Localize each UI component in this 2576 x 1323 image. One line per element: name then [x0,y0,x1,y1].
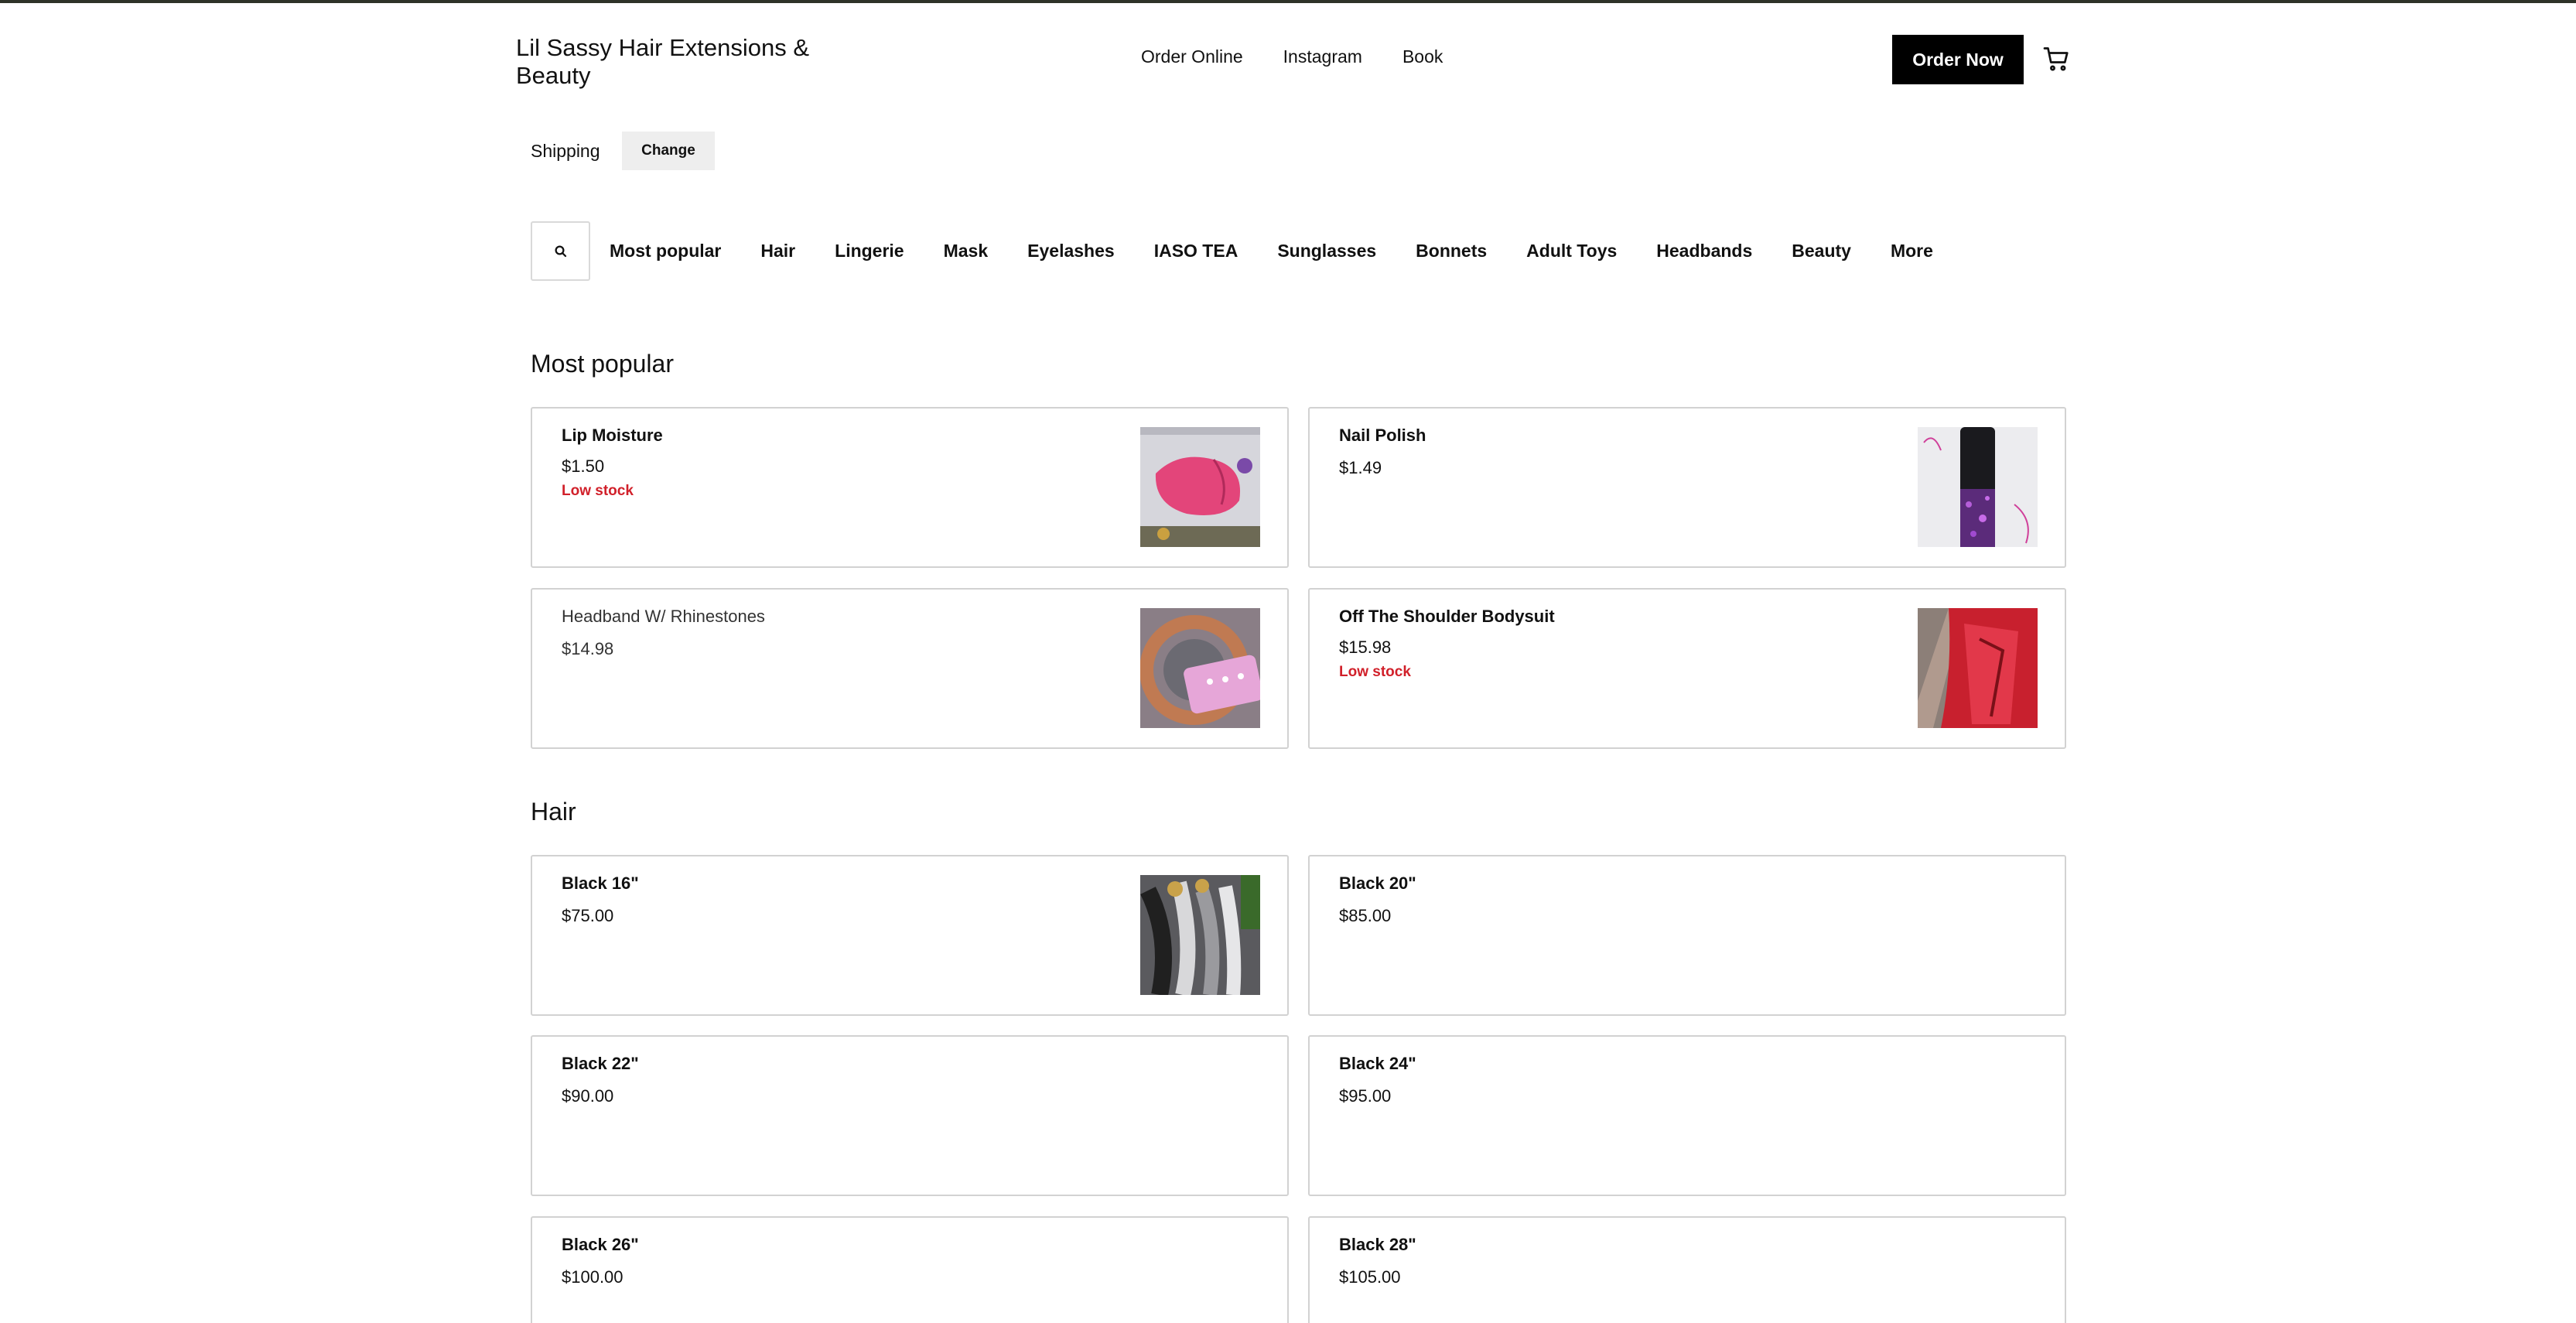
product-name: Black 22" [562,1054,639,1073]
product-name: Black 28" [1339,1235,1416,1254]
tab-hair[interactable]: Hair [760,241,795,262]
tab-bonnets[interactable]: Bonnets [1416,241,1487,262]
product-name: Headband W/ Rhinestones [562,607,765,626]
tab-iaso-tea[interactable]: IASO TEA [1154,241,1238,262]
product-name: Black 16" [562,873,639,893]
product-name: Nail Polish [1339,426,1426,445]
tab-more[interactable]: More [1891,241,1933,262]
search-icon [555,245,566,257]
tab-most-popular[interactable]: Most popular [610,241,721,262]
product-card-black-22[interactable]: Black 22" $90.00 [531,1035,1289,1196]
tab-beauty[interactable]: Beauty [1792,241,1851,262]
product-name: Off The Shoulder Bodysuit [1339,607,1555,626]
product-price: $105.00 [1339,1267,1401,1287]
product-image [1918,427,2038,547]
product-image [1918,608,2038,728]
tab-headbands[interactable]: Headbands [1656,241,1752,262]
nav-book[interactable]: Book [1402,46,1443,67]
main-nav: Order Online Instagram Book [1141,46,1483,67]
low-stock-badge: Low stock [562,483,634,499]
cart-icon[interactable] [2042,45,2070,73]
product-image [1140,875,1260,995]
change-shipping-button[interactable]: Change [622,132,715,170]
product-card-black-16[interactable]: Black 16" $75.00 [531,855,1289,1016]
product-card-black-28[interactable]: Black 28" $105.00 [1308,1216,2066,1323]
nav-instagram[interactable]: Instagram [1283,46,1362,67]
tab-lingerie[interactable]: Lingerie [835,241,904,262]
shipping-label: Shipping [531,141,600,161]
product-name: Black 26" [562,1235,639,1254]
product-image [1140,608,1260,728]
tab-adult-toys[interactable]: Adult Toys [1526,241,1617,262]
product-price: $100.00 [562,1267,624,1287]
product-card-black-24[interactable]: Black 24" $95.00 [1308,1035,2066,1196]
product-card-black-26[interactable]: Black 26" $100.00 [531,1216,1289,1323]
product-name: Black 24" [1339,1054,1416,1073]
product-price: $15.98 [1339,638,1392,657]
product-price: $75.00 [562,906,614,925]
product-price: $1.50 [562,456,605,476]
order-now-button[interactable]: Order Now [1892,35,2024,84]
page: Lil Sassy Hair Extensions & Beauty Order… [0,0,2576,1323]
section-title-hair: Hair [531,798,576,826]
tab-sunglasses[interactable]: Sunglasses [1277,241,1376,262]
product-price: $85.00 [1339,906,1392,925]
product-price: $95.00 [1339,1086,1392,1106]
product-image [1140,427,1260,547]
product-card-black-20[interactable]: Black 20" $85.00 [1308,855,2066,1016]
nav-order-online[interactable]: Order Online [1141,46,1243,67]
tab-mask[interactable]: Mask [944,241,989,262]
product-name: Lip Moisture [562,426,663,445]
product-price: $1.49 [1339,458,1382,477]
product-card-nail-polish[interactable]: Nail Polish $1.49 [1308,407,2066,568]
product-price: $14.98 [562,639,614,658]
category-tabs: Most popular Hair Lingerie Mask Eyelashe… [610,237,1973,265]
low-stock-badge: Low stock [1339,664,1411,680]
brand-name[interactable]: Lil Sassy Hair Extensions & Beauty [516,34,841,90]
search-button[interactable] [531,221,590,281]
product-card-off-shoulder-bodysuit[interactable]: Off The Shoulder Bodysuit $15.98 Low sto… [1308,588,2066,749]
product-card-lip-moisture[interactable]: Lip Moisture $1.50 Low stock [531,407,1289,568]
tab-eyelashes[interactable]: Eyelashes [1027,241,1115,262]
top-strip [0,0,2576,3]
product-card-headband-rhinestones[interactable]: Headband W/ Rhinestones $14.98 [531,588,1289,749]
product-name: Black 20" [1339,873,1416,893]
product-price: $90.00 [562,1086,614,1106]
section-title-most-popular: Most popular [531,350,674,378]
